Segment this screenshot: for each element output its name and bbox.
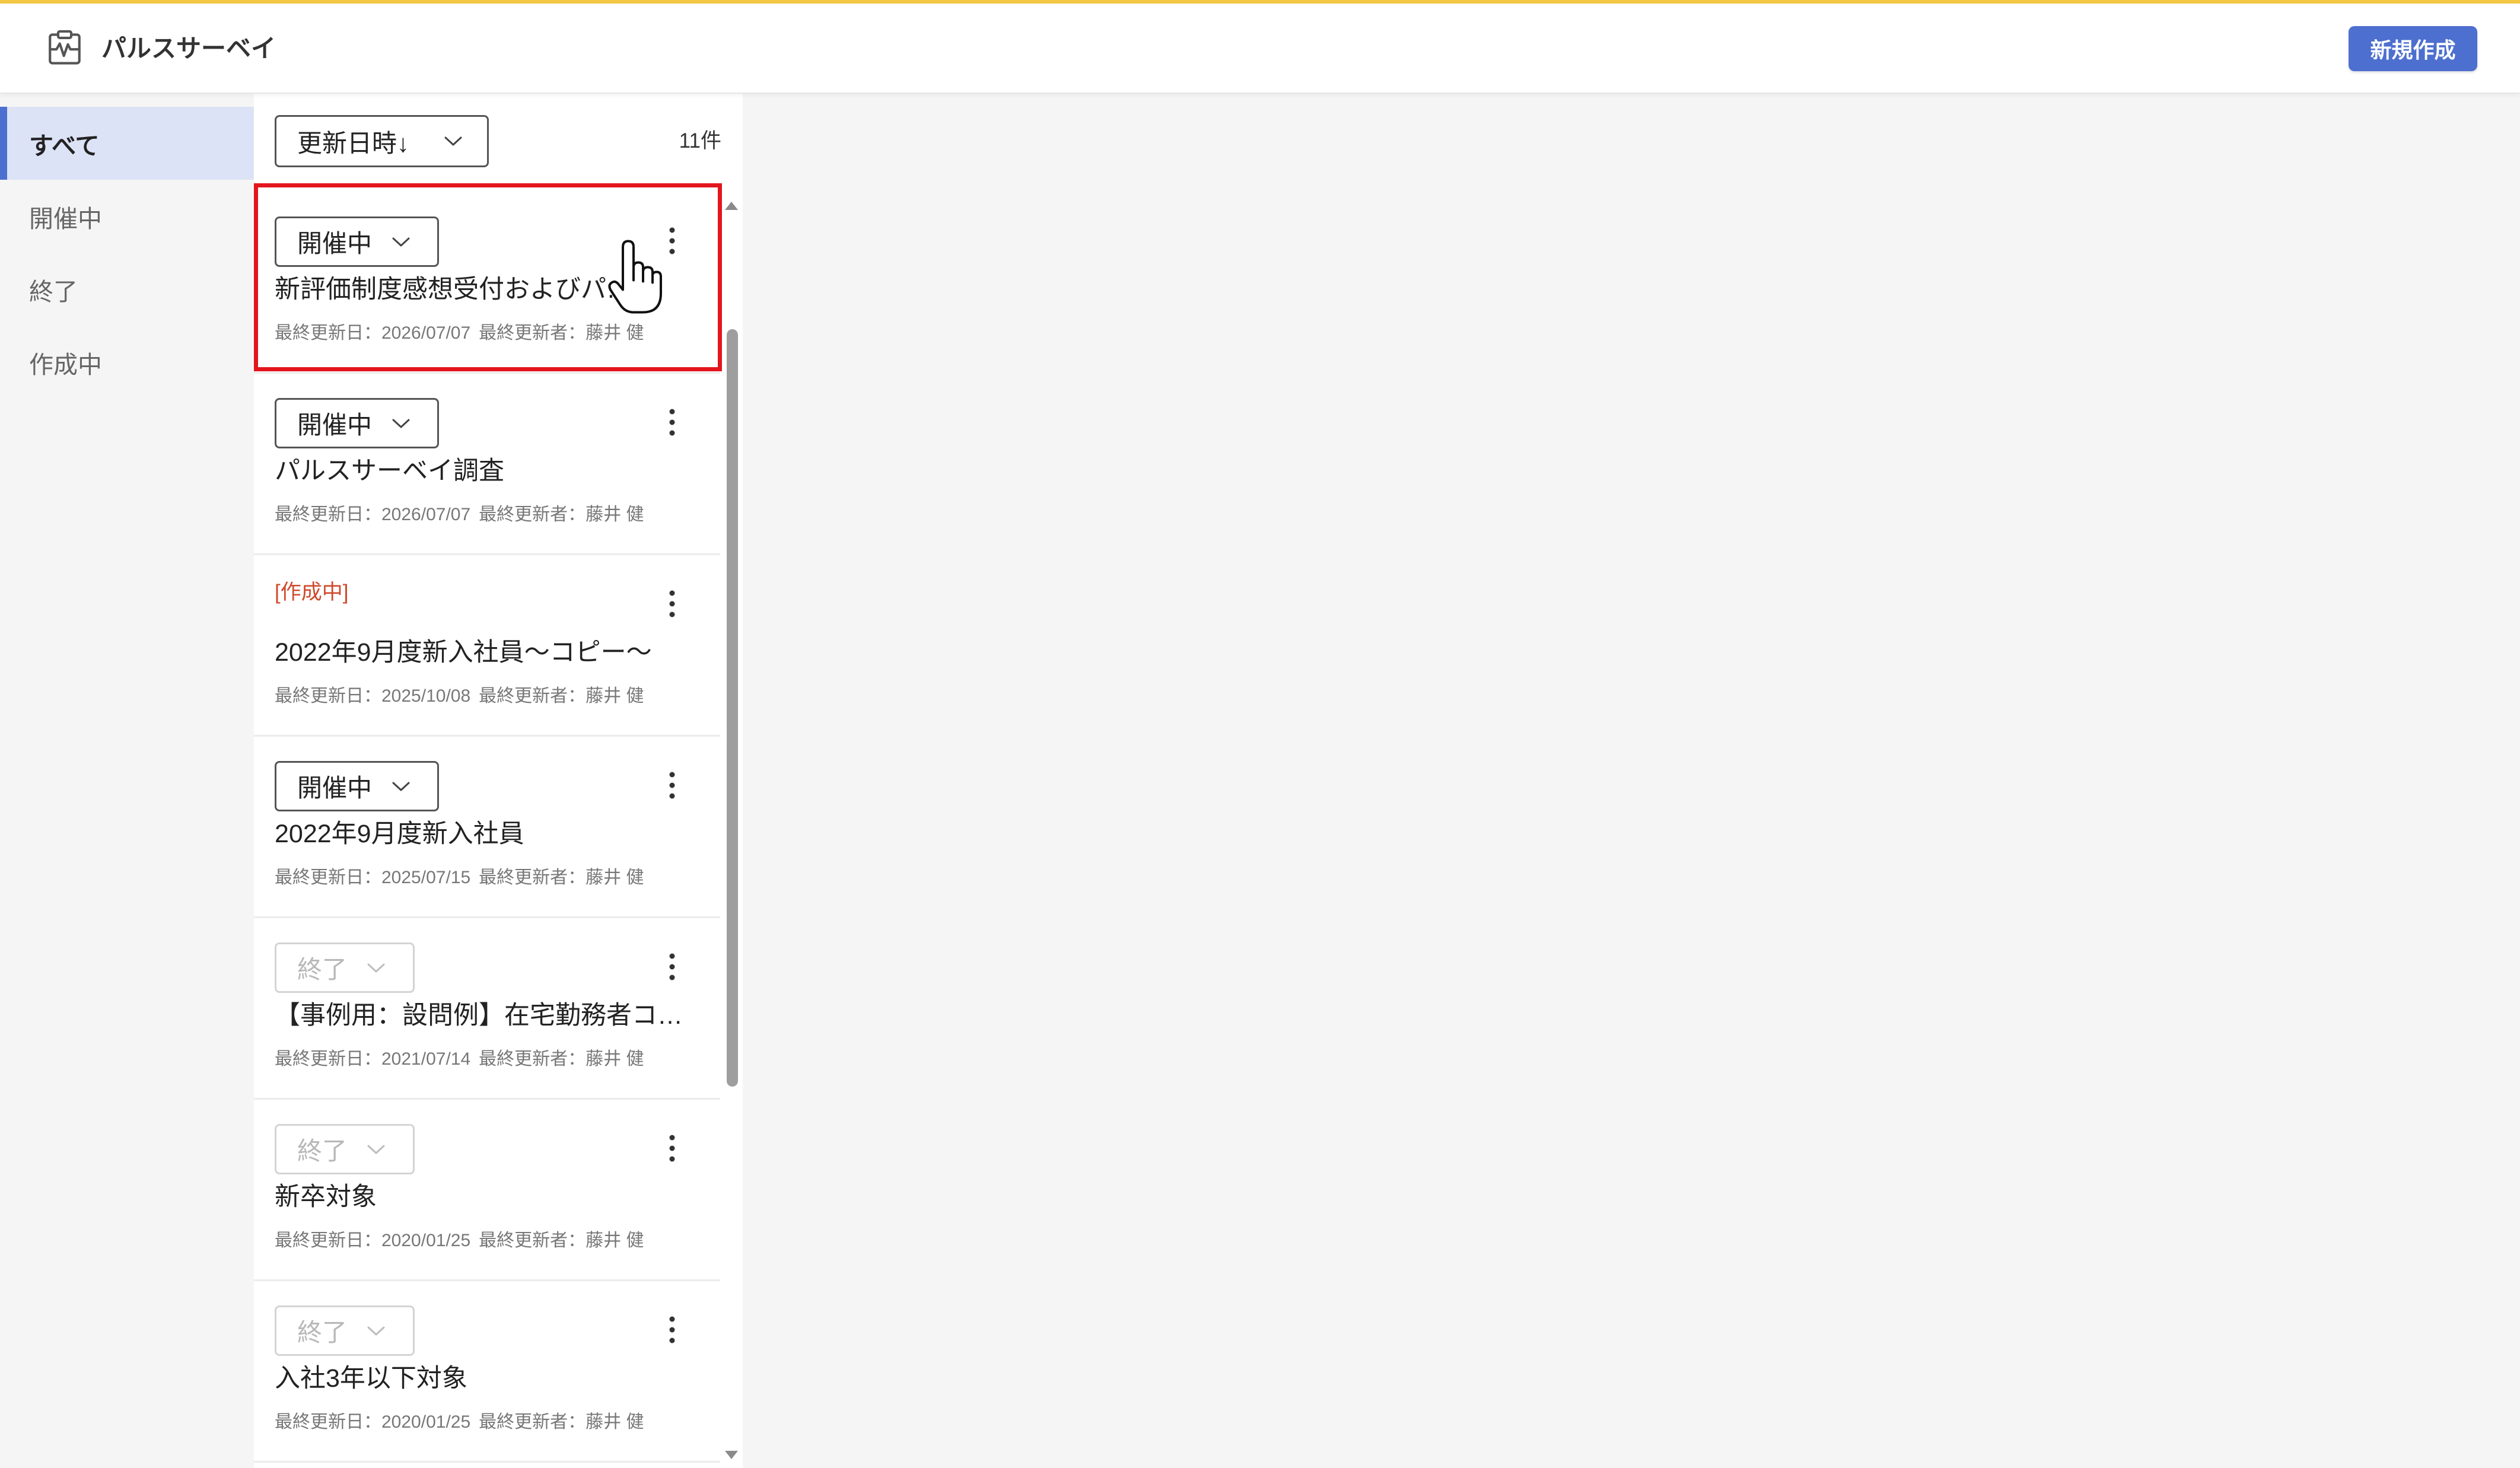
survey-list-panel: 更新日時↓ 11件 開催中 新評価制度感想受付およびパ… 最終更新日：2026/…: [254, 94, 743, 1468]
app-header: パルスサーベイ 新規作成: [0, 0, 2520, 94]
draft-status-tag: [作成中]: [275, 581, 349, 604]
updated-by-label: 最終更新者：: [479, 323, 586, 343]
sidebar-item-all[interactable]: すべて: [0, 107, 254, 180]
chevron-down-icon: [392, 419, 410, 428]
updated-date: 2020/01/25: [381, 1231, 471, 1250]
updated-by: 藤井 健: [586, 1412, 644, 1432]
sort-dropdown[interactable]: 更新日時↓: [275, 115, 489, 167]
updated-by-label: 最終更新者：: [479, 1412, 586, 1432]
chevron-down-icon: [367, 1145, 385, 1154]
updated-date-label: 最終更新日：: [275, 1049, 381, 1069]
new-survey-button[interactable]: 新規作成: [2349, 26, 2477, 71]
updated-date: 2025/07/15: [381, 868, 471, 887]
kebab-menu-icon[interactable]: [665, 1135, 679, 1162]
updated-by-label: 最終更新者：: [479, 868, 586, 887]
updated-by: 藤井 健: [586, 505, 644, 524]
chevron-down-icon: [392, 782, 410, 791]
sidebar-item-open[interactable]: 開催中: [0, 180, 254, 253]
survey-meta: 最終更新日：2020/01/25 最終更新者：藤井 健: [275, 1228, 644, 1254]
survey-meta: 最終更新日：2026/07/07 最終更新者：藤井 健: [275, 502, 644, 528]
survey-title: 2022年9月度新入社員: [275, 820, 524, 848]
survey-list: 開催中 新評価制度感想受付およびパ… 最終更新日：2026/07/07 最終更新者…: [254, 192, 720, 1463]
status-dropdown[interactable]: 開催中: [275, 216, 439, 267]
updated-date: 2026/07/07: [381, 505, 471, 524]
sort-label: 更新日時↓: [297, 129, 410, 157]
updated-date-label: 最終更新日：: [275, 505, 381, 524]
scrollbar-thumb[interactable]: [727, 329, 738, 1087]
app-title: パルスサーベイ: [101, 34, 276, 62]
kebab-menu-icon[interactable]: [665, 953, 679, 980]
survey-meta: 最終更新日：2025/10/08 最終更新者：藤井 健: [275, 683, 644, 709]
status-dropdown: 終了: [275, 942, 415, 993]
status-filter-sidebar: すべて 開催中 終了 作成中: [0, 94, 254, 1468]
updated-date-label: 最終更新日：: [275, 686, 381, 706]
survey-list-item[interactable]: 開催中 新評価制度感想受付およびパ… 最終更新日：2026/07/07 最終更新者…: [254, 192, 720, 374]
pulse-survey-icon: [45, 27, 84, 66]
status-dropdown[interactable]: 開催中: [275, 761, 439, 811]
scroll-up-arrow[interactable]: [725, 202, 738, 210]
survey-title: 新評価制度感想受付およびパ…: [275, 275, 632, 304]
status-dropdown: 終了: [275, 1124, 415, 1174]
updated-date: 2025/10/08: [381, 686, 471, 706]
updated-date-label: 最終更新日：: [275, 1412, 381, 1432]
survey-title: 2022年9月度新入社員～コピー～: [275, 638, 652, 667]
sidebar-item-draft[interactable]: 作成中: [0, 326, 254, 399]
kebab-menu-icon[interactable]: [665, 227, 679, 254]
survey-meta: 最終更新日：2021/07/14 最終更新者：藤井 健: [275, 1046, 644, 1072]
scroll-down-arrow[interactable]: [725, 1451, 738, 1459]
survey-title: 【事例用：設問例】在宅勤務者コ…: [275, 1001, 683, 1030]
survey-list-item[interactable]: 終了 新卒対象 最終更新日：2020/01/25 最終更新者：藤井 健: [254, 1100, 720, 1281]
status-label: 終了: [297, 956, 348, 983]
kebab-menu-icon[interactable]: [665, 590, 679, 617]
updated-by-label: 最終更新者：: [479, 1049, 586, 1069]
survey-list-item[interactable]: 終了 入社3年以下対象 最終更新日：2020/01/25 最終更新者：藤井 健: [254, 1281, 720, 1463]
updated-date: 2021/07/14: [381, 1049, 471, 1069]
status-dropdown[interactable]: 開催中: [275, 398, 439, 448]
survey-list-item[interactable]: 開催中 パルスサーベイ調査 最終更新日：2026/07/07 最終更新者：藤井 健: [254, 374, 720, 555]
sidebar-item-closed[interactable]: 終了: [0, 253, 254, 326]
survey-meta: 最終更新日：2026/07/07 最終更新者：藤井 健: [275, 320, 644, 346]
survey-title: 新卒対象: [275, 1183, 377, 1211]
updated-by: 藤井 健: [586, 1231, 644, 1250]
status-label: 開催中: [297, 774, 373, 802]
kebab-menu-icon[interactable]: [665, 772, 679, 799]
updated-by-label: 最終更新者：: [479, 505, 586, 524]
status-label: 開催中: [297, 230, 373, 257]
status-dropdown: 終了: [275, 1305, 415, 1356]
chevron-down-icon: [392, 237, 410, 246]
updated-date: 2026/07/07: [381, 323, 471, 343]
kebab-menu-icon[interactable]: [665, 1316, 679, 1343]
survey-title: 入社3年以下対象: [275, 1364, 467, 1393]
status-label: 開催中: [297, 411, 373, 439]
status-label: 終了: [297, 1137, 348, 1165]
updated-by-label: 最終更新者：: [479, 1231, 586, 1250]
updated-by: 藤井 健: [586, 686, 644, 706]
chevron-down-icon: [367, 963, 385, 972]
result-count: 11件: [679, 129, 721, 152]
survey-meta: 最終更新日：2020/01/25 最終更新者：藤井 健: [275, 1409, 644, 1435]
updated-date: 2020/01/25: [381, 1412, 471, 1432]
chevron-down-icon: [444, 136, 462, 146]
status-label: 終了: [297, 1319, 348, 1346]
kebab-menu-icon[interactable]: [665, 409, 679, 436]
updated-date-label: 最終更新日：: [275, 323, 381, 343]
survey-list-item[interactable]: [作成中] 2022年9月度新入社員～コピー～ 最終更新日：2025/10/08…: [254, 555, 720, 737]
survey-meta: 最終更新日：2025/07/15 最終更新者：藤井 健: [275, 865, 644, 891]
survey-list-item[interactable]: 終了 【事例用：設問例】在宅勤務者コ… 最終更新日：2021/07/14 最終更新…: [254, 918, 720, 1100]
updated-by: 藤井 健: [586, 868, 644, 887]
survey-list-item[interactable]: 開催中 2022年9月度新入社員 最終更新日：2025/07/15 最終更新者：藤…: [254, 737, 720, 918]
updated-by: 藤井 健: [586, 323, 644, 343]
updated-by: 藤井 健: [586, 1049, 644, 1069]
updated-date-label: 最終更新日：: [275, 868, 381, 887]
survey-title: パルスサーベイ調査: [275, 457, 504, 485]
updated-by-label: 最終更新者：: [479, 686, 586, 706]
updated-date-label: 最終更新日：: [275, 1231, 381, 1250]
chevron-down-icon: [367, 1326, 385, 1335]
